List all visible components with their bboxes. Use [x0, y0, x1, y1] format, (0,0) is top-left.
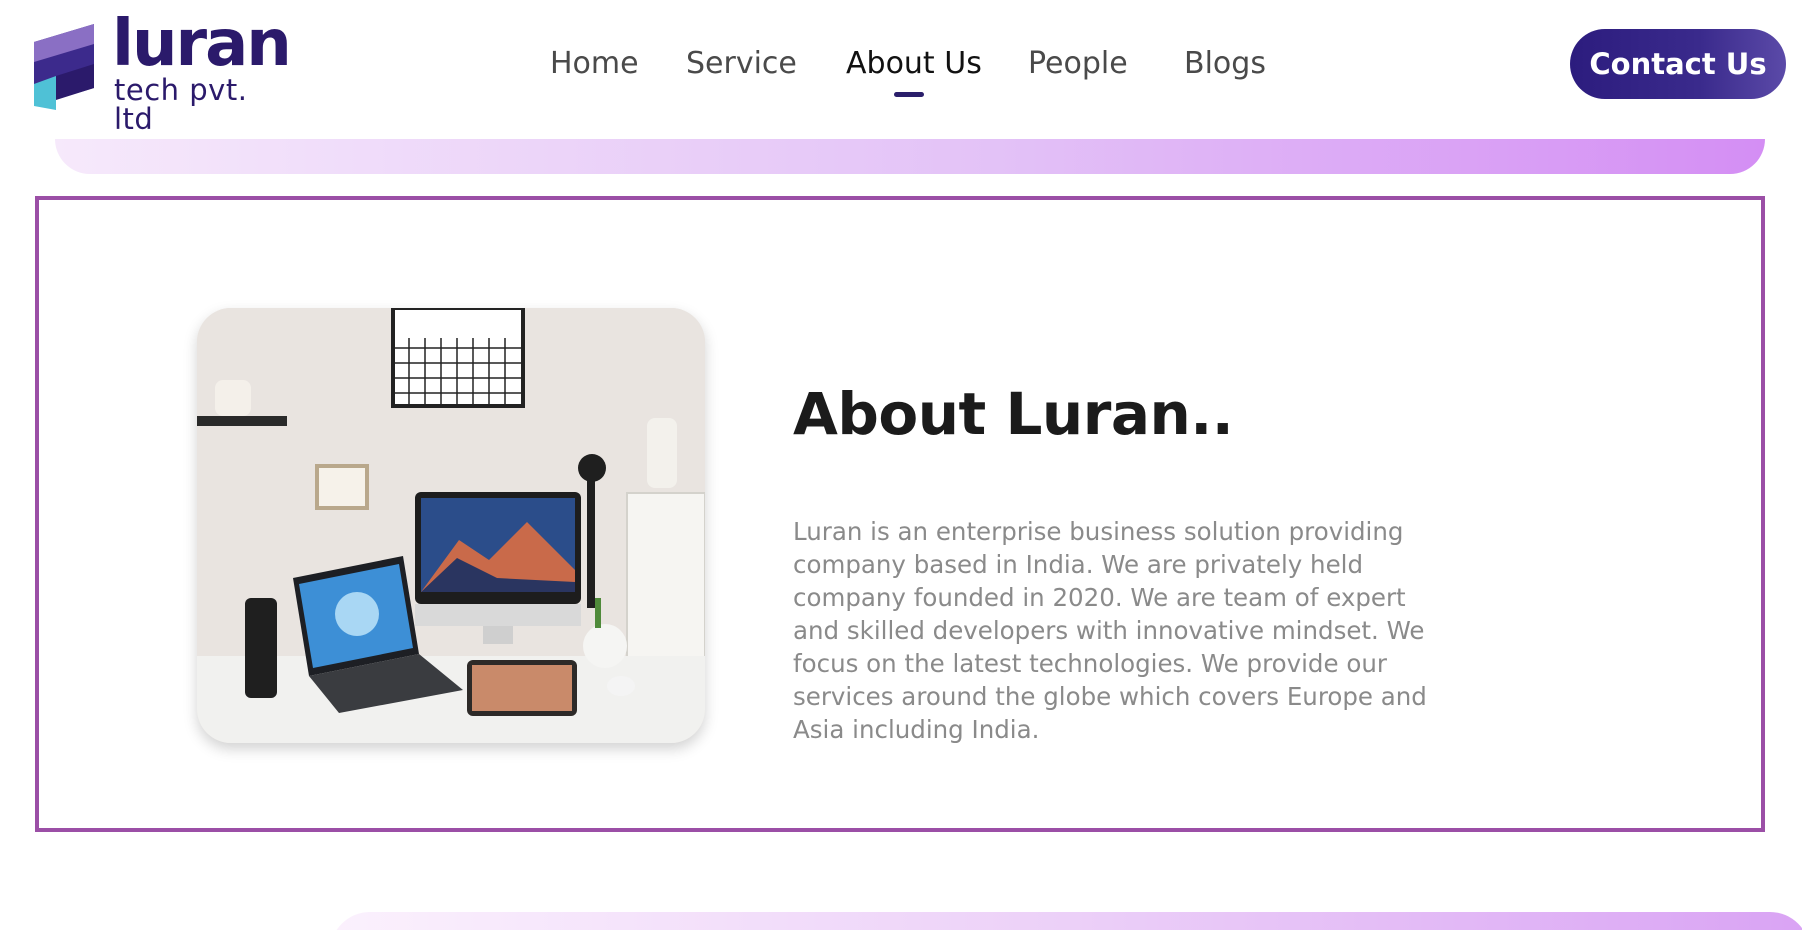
brand-logo[interactable]: luran tech pvt. ltd [34, 12, 294, 134]
site-header: luran tech pvt. ltd Home Service About U… [0, 0, 1802, 134]
about-image [197, 308, 705, 743]
logo-tagline: tech pvt. ltd [114, 73, 248, 136]
active-nav-indicator [894, 92, 924, 97]
about-title: About Luran.. [793, 380, 1234, 448]
decorative-gradient-strip-bottom [330, 912, 1802, 930]
about-description: Luran is an enterprise business solution… [793, 517, 1427, 744]
nav-item-service[interactable]: Service [686, 44, 797, 84]
contact-us-button[interactable]: Contact Us [1570, 29, 1786, 99]
nav-item-home[interactable]: Home [550, 44, 639, 84]
nav-item-about-us[interactable]: About Us [846, 44, 982, 84]
nav-item-blogs[interactable]: Blogs [1184, 44, 1266, 84]
decorative-gradient-strip [55, 139, 1765, 174]
logo-wordmark: luran [112, 7, 292, 81]
logo-mark-icon [34, 24, 94, 110]
nav-item-people[interactable]: People [1028, 44, 1128, 84]
page: luran tech pvt. ltd Home Service About U… [0, 0, 1802, 930]
